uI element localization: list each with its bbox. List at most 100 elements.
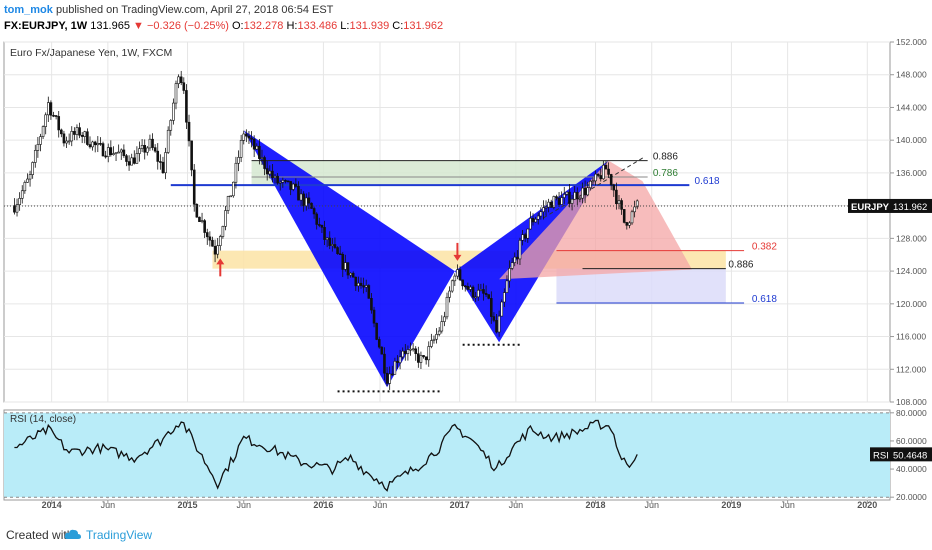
candle-body	[258, 145, 261, 159]
candle-body	[39, 136, 42, 145]
down-arrow-icon: ▼	[133, 20, 144, 32]
fib-level-label: 0.618	[695, 176, 720, 187]
candle-body	[375, 322, 378, 340]
rsi-band	[4, 412, 890, 498]
candle-body	[185, 90, 188, 123]
change-value: −0.326 (−0.25%)	[146, 20, 229, 32]
candle-body	[93, 141, 97, 146]
candle-body	[534, 218, 537, 223]
time-tick-label: 2018	[586, 500, 606, 510]
candle-body	[445, 296, 449, 318]
candle-body	[156, 150, 160, 162]
candle-body	[80, 134, 84, 137]
candle-body	[594, 173, 597, 182]
candle-body	[127, 161, 131, 166]
candle-body	[419, 355, 423, 363]
candle-body	[286, 180, 290, 183]
candle-body	[516, 256, 519, 260]
price-tick-label: 136.000	[896, 168, 927, 178]
candle-body	[83, 131, 87, 137]
candle-body	[463, 285, 467, 288]
candle-body	[221, 226, 225, 237]
candle-body	[122, 149, 126, 156]
candle-body	[372, 309, 376, 324]
candle-body	[573, 192, 576, 200]
candle-body	[26, 178, 29, 183]
candle-body	[273, 175, 277, 179]
candle-body	[497, 315, 501, 333]
time-tick-label: 2015	[178, 500, 198, 510]
candle-body	[612, 184, 616, 191]
candle-body	[325, 237, 329, 240]
close-label: C:	[392, 20, 404, 32]
candle-body	[226, 196, 230, 211]
candle-body	[568, 191, 571, 204]
high-value: 133.486	[297, 20, 338, 32]
candle-body	[143, 145, 147, 153]
candle-body	[284, 180, 287, 182]
candle-body	[523, 234, 527, 239]
candle-body	[450, 280, 454, 292]
candle-body	[367, 285, 371, 299]
candle-body	[466, 286, 470, 290]
candle-body	[529, 218, 532, 230]
price-tick-label: 152.000	[896, 38, 927, 47]
candle-body	[312, 208, 316, 215]
price-tick-label: 116.000	[896, 332, 926, 342]
symbol-badge: EURJPY	[851, 202, 890, 213]
candle-body	[247, 135, 251, 139]
candle-body	[437, 330, 441, 335]
candle-body	[479, 289, 483, 291]
candle-body	[62, 133, 66, 144]
candle-body	[482, 289, 485, 294]
candle-body	[320, 224, 324, 228]
tradingview-link[interactable]: TradingView	[86, 528, 152, 542]
candle-body	[583, 187, 587, 196]
fib-level-label: 0.618	[752, 294, 777, 305]
candle-body	[599, 175, 603, 180]
candle-body	[75, 127, 79, 135]
candle-body	[205, 232, 209, 238]
candle-body	[341, 254, 345, 270]
time-tick-label: Jun	[780, 500, 795, 510]
candle-body	[260, 157, 264, 159]
candle-body	[91, 141, 94, 148]
candle-body	[383, 353, 386, 374]
candle-body	[245, 133, 248, 137]
candle-body	[198, 216, 201, 222]
candle-body	[589, 180, 592, 189]
candle-body	[487, 294, 490, 299]
candle-body	[440, 321, 444, 332]
candle-body	[218, 236, 222, 246]
candle-body	[179, 76, 183, 84]
candle-body	[119, 149, 123, 153]
candle-body	[73, 131, 76, 135]
price-tick-label: 112.000	[896, 364, 926, 374]
chart-area[interactable]: 108.000 112.000 116.000 120.000 124.000 128.0…	[0, 38, 932, 522]
candle-body	[169, 120, 173, 131]
candle-body	[495, 320, 498, 333]
candle-body	[338, 253, 342, 255]
time-tick-label: Jun	[101, 500, 116, 510]
time-axis[interactable]: 2014 Jun 2015 Jun 2016 Jun 2017 Jun 2018 Jun 2019 J…	[42, 500, 878, 510]
candle-body	[182, 82, 186, 91]
rsi-pane[interactable]: 20.0000 40.0000 60.0000 80.0000 RSI 50.4648 RS…	[3, 408, 932, 502]
candle-body	[187, 121, 191, 142]
author-link[interactable]: tom_mok	[4, 4, 53, 16]
candle-body	[591, 180, 595, 183]
time-tick-label: Jun	[509, 500, 524, 510]
candle-body	[224, 210, 227, 227]
candle-body	[500, 301, 504, 317]
candle-body	[192, 169, 196, 205]
fib-level-label: 0.886	[653, 152, 678, 163]
price-pane[interactable]: 108.000 112.000 116.000 120.000 124.000 128.0…	[3, 38, 932, 407]
candle-body	[581, 187, 584, 199]
candle-body	[630, 211, 634, 224]
footer: Created with TradingView	[0, 522, 932, 550]
candle-body	[417, 353, 420, 363]
candle-body	[604, 164, 608, 170]
candle-body	[86, 131, 89, 145]
candle-body	[164, 152, 167, 174]
candle-body	[18, 198, 21, 205]
rsi-title: RSI (14, close)	[10, 414, 76, 425]
